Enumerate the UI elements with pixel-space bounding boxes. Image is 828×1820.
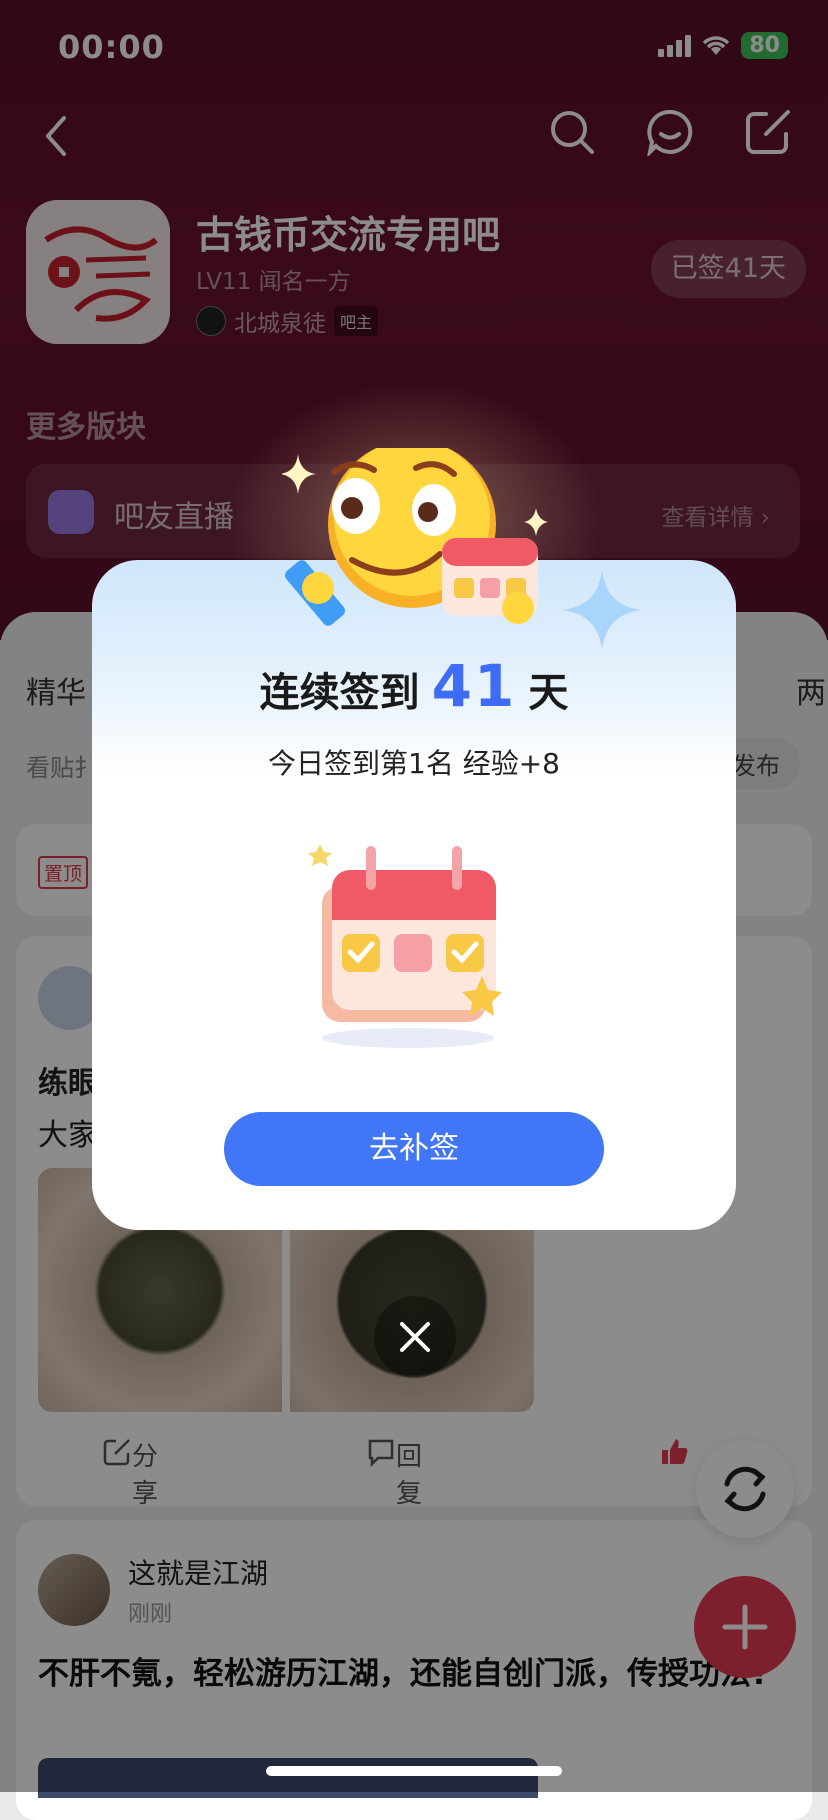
check-in-dialog: 连续签到 41 天 今日签到第1名 经验+8 去补签 — [92, 560, 736, 1230]
title-suffix: 天 — [528, 670, 569, 716]
modal-title: 连续签到 41 天 — [92, 652, 736, 720]
close-dialog-button[interactable] — [374, 1296, 456, 1378]
home-indicator[interactable] — [266, 1766, 562, 1776]
smiley-mascot-icon — [282, 448, 548, 626]
title-prefix: 连续签到 — [259, 670, 420, 716]
streak-days: 41 — [431, 652, 517, 720]
close-icon — [400, 1322, 430, 1352]
make-up-check-in-button[interactable]: 去补签 — [224, 1112, 604, 1186]
modal-subtitle: 今日签到第1名 经验+8 — [268, 747, 560, 780]
calendar-illustration — [308, 844, 502, 1048]
sparkle-icon — [562, 570, 642, 650]
